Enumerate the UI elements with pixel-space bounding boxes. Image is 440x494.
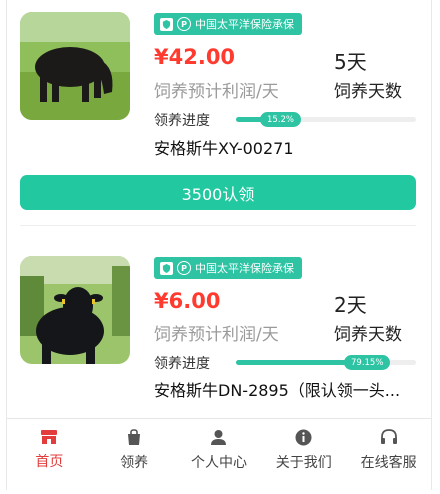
tab-profile[interactable]: 个人中心 <box>177 419 262 491</box>
tab-label: 首页 <box>35 454 64 470</box>
profit-label: 饲养预计利润/天 <box>154 82 279 102</box>
daily-profit: ¥42.00 <box>154 45 236 69</box>
cow-name: 安格斯牛XY-00271 <box>154 139 294 158</box>
tab-label: 个人中心 <box>190 455 247 471</box>
feeding-days: 5天 <box>334 50 367 74</box>
insurance-text: 中国太平洋保险承保 <box>195 18 294 31</box>
person-icon <box>211 430 227 445</box>
progress-percent: 79.15% <box>344 355 391 370</box>
insurance-logo-icon: P <box>177 17 191 31</box>
tab-label: 领养 <box>120 455 149 471</box>
cow-name: 安格斯牛DN-2895（限认领一头... <box>154 381 401 400</box>
tab-adopt[interactable]: 领养 <box>92 419 177 491</box>
progress-label: 领养进度 <box>154 356 210 372</box>
store-icon <box>41 430 58 444</box>
tab-home[interactable]: 首页 <box>7 419 92 491</box>
shield-icon <box>160 261 173 275</box>
days-label: 饲养天数 <box>334 82 402 102</box>
insurance-logo-icon: P <box>177 261 191 275</box>
adopt-button[interactable]: 3500认领 <box>20 175 416 210</box>
progress-label: 领养进度 <box>154 113 210 129</box>
feeding-days: 2天 <box>334 293 367 317</box>
profit-label: 饲养预计利润/天 <box>154 325 279 345</box>
tab-label: 在线客服 <box>360 455 417 471</box>
progress-track: 15.2% <box>236 112 416 127</box>
insurance-badge: P 中国太平洋保险承保 <box>154 13 302 35</box>
tab-about[interactable]: 关于我们 <box>261 419 346 491</box>
insurance-text: 中国太平洋保险承保 <box>195 262 294 275</box>
shield-icon <box>160 17 173 31</box>
progress-percent: 15.2% <box>260 112 302 127</box>
days-label: 饲养天数 <box>334 325 402 345</box>
progress-track: 79.15% <box>236 355 416 370</box>
bag-icon <box>128 429 141 445</box>
bottom-tab-bar: 首页 领养 个人中心 关于我们 在线客服 <box>7 418 431 491</box>
tab-label: 关于我们 <box>275 455 332 471</box>
cow-photo <box>20 256 130 364</box>
daily-profit: ¥6.00 <box>154 289 221 313</box>
tab-support[interactable]: 在线客服 <box>346 419 431 491</box>
cow-photo <box>20 12 130 120</box>
headset-icon <box>380 429 397 444</box>
info-icon <box>295 429 312 446</box>
insurance-badge: P 中国太平洋保险承保 <box>154 257 302 279</box>
divider <box>20 225 416 226</box>
